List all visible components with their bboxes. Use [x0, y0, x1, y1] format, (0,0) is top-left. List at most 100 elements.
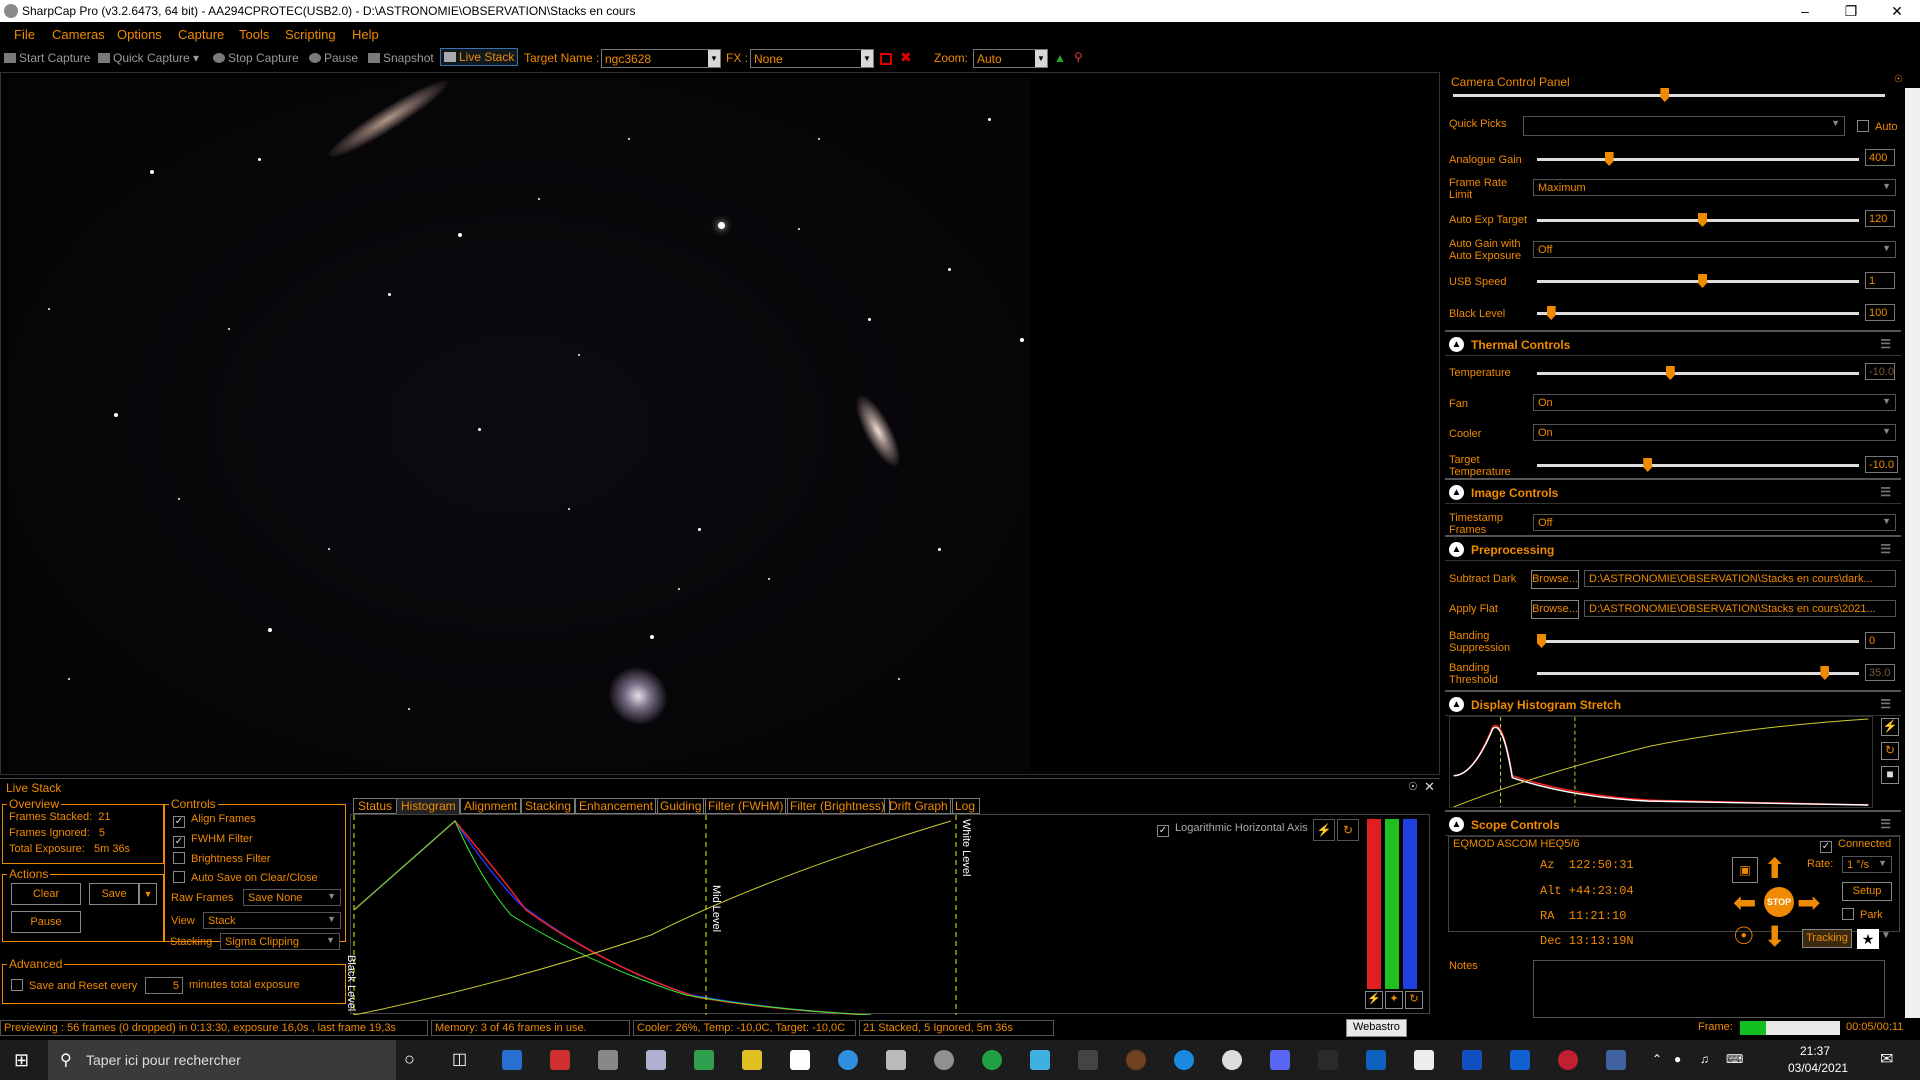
browse-flat-button[interactable]: Browse... — [1531, 600, 1579, 619]
clear-button[interactable]: Clear — [11, 883, 81, 905]
app-icon[interactable] — [1318, 1050, 1338, 1070]
right-panel-scrollbar[interactable] — [1905, 88, 1920, 1018]
reset-icon[interactable]: ✖ — [900, 49, 912, 66]
keyboard-icon[interactable]: ⌨ — [1726, 1052, 1743, 1066]
reset-icon[interactable]: ↻ — [1405, 991, 1423, 1009]
save-button[interactable]: Save — [89, 883, 139, 905]
close-icon[interactable]: ✕ — [1874, 0, 1920, 22]
menu-capture[interactable]: Capture — [178, 27, 224, 42]
app-icon[interactable] — [1222, 1050, 1242, 1070]
gmail-icon[interactable] — [550, 1050, 570, 1070]
tab-filter-fwhm[interactable]: Filter (FWHM) — [703, 798, 789, 814]
usb-speed-slider[interactable] — [1537, 274, 1859, 288]
notification-icon[interactable]: ✉ — [1880, 1049, 1893, 1069]
tab-status[interactable]: Status — [353, 798, 398, 814]
fwhm-filter-checkbox[interactable]: ✓ FWHM Filter — [173, 833, 253, 848]
stop-capture-button[interactable]: Stop Capture — [213, 51, 299, 65]
thermal-controls-header[interactable]: ▲ Thermal Controls ☰ — [1445, 334, 1901, 356]
flat-path-select[interactable]: D:\ASTRONOMIE\OBSERVATION\Stacks en cour… — [1584, 600, 1896, 617]
tab-histogram[interactable]: Histogram — [396, 798, 461, 814]
banding-suppression-slider[interactable] — [1537, 634, 1859, 648]
fx-select[interactable]: None ▼ — [750, 49, 874, 68]
scope-controls-header[interactable]: ▲ Scope Controls ☰ — [1445, 814, 1901, 836]
chevron-up-icon[interactable]: ▲ — [1449, 485, 1464, 500]
notes-textarea[interactable] — [1533, 960, 1885, 1018]
timestamp-select[interactable]: Off ▼ — [1533, 514, 1896, 531]
app-icon[interactable] — [1126, 1050, 1146, 1070]
dark-path-select[interactable]: D:\ASTRONOMIE\OBSERVATION\Stacks en cour… — [1584, 570, 1896, 587]
app-icon[interactable] — [1606, 1050, 1626, 1070]
image-controls-header[interactable]: ▲ Image Controls ☰ — [1445, 482, 1901, 504]
app-icon[interactable] — [646, 1050, 666, 1070]
raw-frames-select[interactable]: Save None ▼ — [243, 889, 341, 906]
fan-select[interactable]: On ▼ — [1533, 394, 1896, 411]
west-arrow-icon[interactable]: ⬅ — [1733, 889, 1756, 917]
wix-icon[interactable] — [1414, 1050, 1434, 1070]
hamburger-icon[interactable]: ☰ — [1880, 697, 1891, 711]
chevron-up-icon[interactable]: ▲ — [1449, 337, 1464, 352]
snapshot-button[interactable]: Snapshot — [368, 51, 434, 65]
auto-save-checkbox[interactable]: Auto Save on Clear/Close — [173, 871, 318, 884]
lightning-icon[interactable]: ⚡ — [1313, 819, 1335, 841]
align-frames-checkbox[interactable]: ✓ Align Frames — [173, 813, 256, 828]
app-icon[interactable] — [838, 1050, 858, 1070]
edge-icon[interactable] — [1174, 1050, 1194, 1070]
rate-select[interactable]: 1 °/s ▼ — [1842, 856, 1892, 873]
black-level-marker[interactable]: Black Level — [345, 955, 357, 1011]
menu-cameras[interactable]: Cameras — [52, 27, 105, 42]
goto-icon[interactable]: ▣ — [1732, 857, 1758, 883]
reset-icon[interactable]: ↻ — [1881, 742, 1899, 760]
mail-icon[interactable] — [502, 1050, 522, 1070]
usb-speed-value[interactable]: 1 — [1865, 272, 1895, 289]
app-icon[interactable] — [1078, 1050, 1098, 1070]
app-icon[interactable] — [1558, 1050, 1578, 1070]
zoom-icon[interactable]: ⚲ — [1074, 50, 1083, 64]
black-level-value[interactable]: 100 — [1865, 304, 1895, 321]
banding-threshold-slider[interactable] — [1537, 666, 1859, 680]
volume-icon[interactable]: ♫ — [1700, 1052, 1709, 1066]
setup-button[interactable]: Setup — [1842, 882, 1892, 901]
tab-filter-brightness[interactable]: Filter (Brightness) — [785, 798, 890, 814]
hamburger-icon[interactable]: ☰ — [1880, 542, 1891, 556]
app-icon[interactable] — [1030, 1050, 1050, 1070]
network-icon[interactable]: ● — [1674, 1052, 1681, 1066]
tab-alignment[interactable]: Alignment — [459, 798, 523, 814]
banding-suppression-value[interactable]: 0 — [1865, 632, 1895, 649]
preprocessing-header[interactable]: ▲ Preprocessing ☰ — [1445, 539, 1901, 561]
quick-picks-select[interactable]: ▼ — [1523, 116, 1845, 136]
histogram-icon[interactable]: ▲ — [1054, 51, 1066, 65]
connected-checkbox[interactable]: ✓ Connected — [1820, 838, 1891, 853]
pause-button[interactable]: Pause — [11, 911, 81, 933]
app-icon[interactable] — [694, 1050, 714, 1070]
chevron-down-icon[interactable]: ▼ — [1035, 50, 1047, 67]
chevron-up-icon[interactable]: ▲ — [1449, 697, 1464, 712]
app-icon[interactable] — [886, 1050, 906, 1070]
close-icon[interactable]: ✕ — [1424, 779, 1435, 795]
hamburger-icon[interactable]: ☰ — [1880, 337, 1891, 351]
settings-icon[interactable] — [598, 1050, 618, 1070]
green-channel-slider[interactable] — [1385, 819, 1399, 989]
tab-enhancement[interactable]: Enhancement — [574, 798, 659, 814]
stack-histogram[interactable]: Black Level Mid Level White Level ✓ Logar… — [345, 814, 1430, 1015]
app-icon[interactable] — [1366, 1050, 1386, 1070]
auto-exp-slider[interactable] — [1537, 213, 1859, 227]
save-reset-checkbox[interactable]: Save and Reset every — [11, 979, 137, 992]
histogram-stretch-header[interactable]: ▲ Display Histogram Stretch ☰ — [1445, 694, 1901, 716]
log-axis-checkbox[interactable]: ✓ Logarithmic Horizontal Axis — [1157, 822, 1308, 837]
pause-button[interactable]: Pause — [309, 51, 358, 65]
app-icon[interactable] — [790, 1050, 810, 1070]
pin-icon[interactable]: ☉ — [1894, 74, 1903, 85]
star-icon[interactable]: ✦ — [1385, 991, 1403, 1009]
lightning-icon[interactable]: ⚡ — [1881, 718, 1899, 736]
target-name-input[interactable]: ngc3628 ▼ — [601, 49, 721, 68]
save-dropdown-icon[interactable]: ▼ — [139, 883, 157, 905]
tab-guiding[interactable]: Guiding — [655, 798, 707, 814]
red-channel-slider[interactable] — [1367, 819, 1381, 989]
top-slider[interactable] — [1453, 88, 1885, 102]
tab-drift-graph[interactable]: Drift Graph — [884, 798, 953, 814]
maximize-icon[interactable]: ❐ — [1828, 0, 1874, 22]
minimize-icon[interactable]: – — [1782, 0, 1828, 22]
target-temperature-slider[interactable] — [1537, 458, 1859, 472]
stop-button[interactable]: STOP — [1764, 887, 1794, 917]
menu-file[interactable]: File — [14, 27, 35, 42]
